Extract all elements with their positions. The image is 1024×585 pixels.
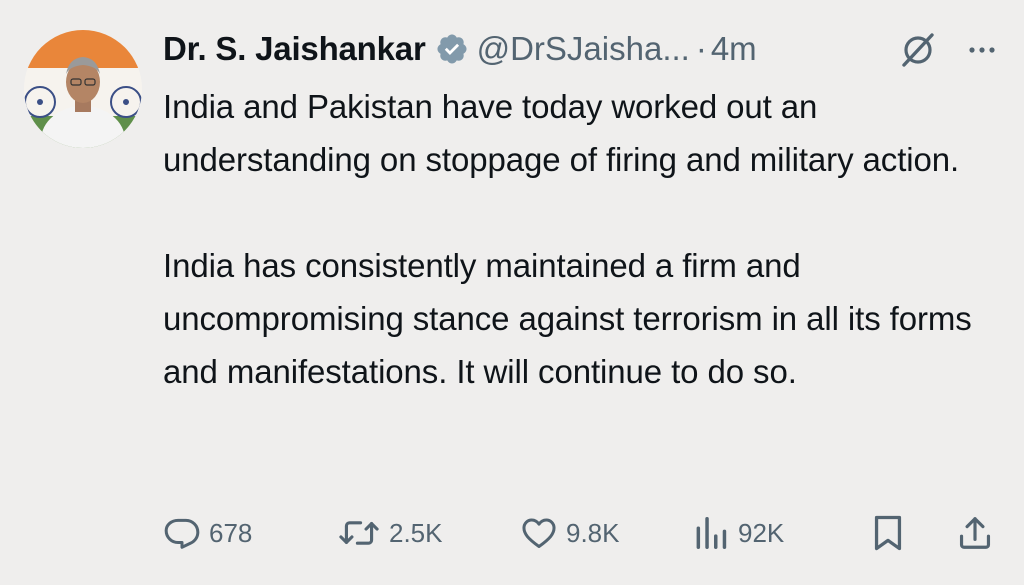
avatar[interactable] <box>24 30 142 148</box>
views-icon <box>692 514 730 552</box>
verified-badge-icon <box>435 32 469 66</box>
repost-button[interactable]: 2.5K <box>337 508 443 558</box>
post-time[interactable]: 4m <box>711 30 757 68</box>
tweet[interactable]: Dr. S. Jaishankar @DrSJaisha... · 4m Ind… <box>0 0 1024 585</box>
reply-button[interactable]: 678 <box>163 508 252 558</box>
like-button[interactable]: 9.8K <box>520 508 620 558</box>
share-icon <box>956 513 994 553</box>
reply-icon <box>163 514 201 552</box>
share-button[interactable] <box>956 508 994 558</box>
author-name[interactable]: Dr. S. Jaishankar <box>163 30 426 68</box>
avatar-image <box>24 30 142 148</box>
grok-icon[interactable] <box>896 28 940 72</box>
bookmark-button[interactable] <box>870 508 906 558</box>
like-count: 9.8K <box>566 517 620 548</box>
tweet-paragraph-2: India has consistently maintained a firm… <box>163 247 972 390</box>
repost-icon <box>337 514 381 552</box>
tweet-header: Dr. S. Jaishankar @DrSJaisha... · 4m <box>163 26 757 72</box>
bookmark-icon <box>870 513 906 553</box>
reply-count: 678 <box>209 517 253 548</box>
separator-dot: · <box>695 30 707 67</box>
views-button[interactable]: 92K <box>692 508 784 558</box>
action-bar: 678 2.5K 9.8K 92K <box>0 508 1024 558</box>
tweet-text: India and Pakistan have today worked out… <box>163 80 1003 398</box>
repost-count: 2.5K <box>389 517 443 548</box>
tweet-paragraph-1: India and Pakistan have today worked out… <box>163 88 960 178</box>
more-icon[interactable] <box>960 28 1004 72</box>
like-icon <box>520 514 558 552</box>
author-handle[interactable]: @DrSJaisha... <box>477 30 690 68</box>
views-count: 92K <box>738 517 785 548</box>
